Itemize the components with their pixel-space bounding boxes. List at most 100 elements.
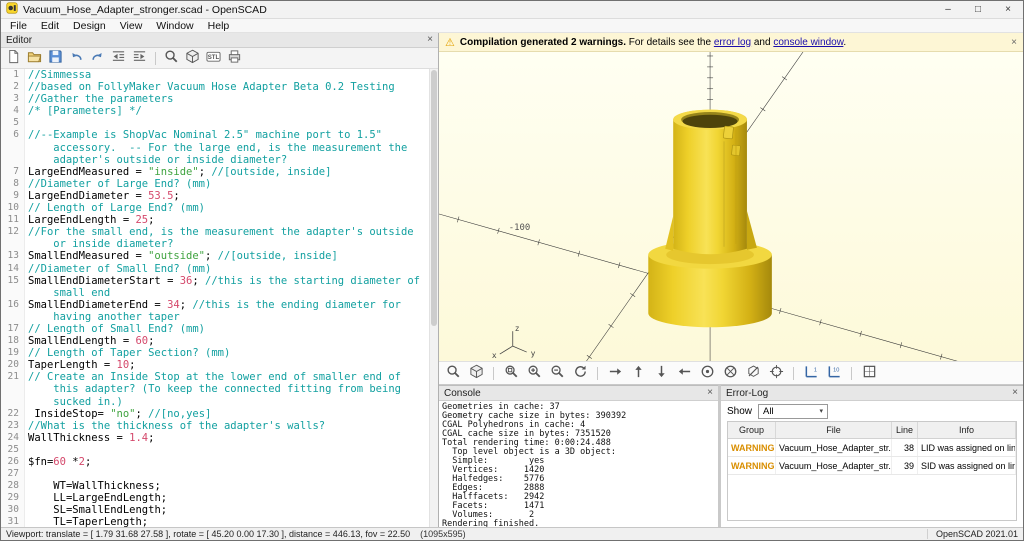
code-line[interactable]: 16 SmallEndDiameterEnd = 34; //this is th… — [1, 298, 427, 323]
code-text[interactable]: //Gather the parameters — [28, 93, 427, 105]
code-text[interactable]: TL=TaperLength; — [28, 516, 427, 527]
zoom-in-button[interactable] — [524, 363, 544, 383]
code-text[interactable]: //Diameter of Small End? (mm) — [28, 263, 427, 275]
code-text[interactable]: //Simmessa — [28, 69, 427, 81]
code-line[interactable]: 3//Gather the parameters — [1, 93, 427, 106]
menu-design[interactable]: Design — [66, 20, 113, 32]
code-line[interactable]: 13 SmallEndMeasured = "outside"; //[outsi… — [1, 250, 427, 263]
menu-view[interactable]: View — [113, 20, 150, 32]
code-text[interactable]: $fn=60 *2; — [28, 456, 427, 468]
viewport-canvas[interactable]: -100 z x y — [439, 52, 1023, 361]
code-line[interactable]: 26 $fn=60 *2; — [1, 456, 427, 469]
code-text[interactable]: LargeEndLength = 25; — [28, 214, 427, 226]
show-scale-markers-button[interactable]: 10 — [824, 363, 844, 383]
view-center-button[interactable] — [766, 363, 786, 383]
column-header-line[interactable]: Line — [892, 422, 918, 438]
zoom-all-button[interactable] — [501, 363, 521, 383]
orthogonal-view-button[interactable] — [859, 363, 879, 383]
code-line[interactable]: 31 TL=TaperLength; — [1, 516, 427, 527]
code-lines[interactable]: 1//Simmessa 2//based on FollyMaker Vacuum… — [1, 69, 429, 527]
code-text[interactable]: SL=SmallEndLength; — [28, 504, 427, 516]
show-axes-button[interactable]: 1 — [801, 363, 821, 383]
code-line[interactable]: 1//Simmessa — [1, 69, 427, 82]
code-text[interactable]: // Length of Taper Section? (mm) — [28, 347, 427, 359]
code-line[interactable]: 28 WT=WallThickness; — [1, 480, 427, 493]
code-line[interactable]: 5 — [1, 117, 427, 130]
indent-button[interactable] — [130, 49, 149, 67]
view-diagonal-button[interactable] — [743, 363, 763, 383]
code-text[interactable] — [28, 117, 427, 129]
code-text[interactable]: //Diameter of Large End? (mm) — [28, 178, 427, 190]
minimize-button[interactable]: – — [933, 1, 963, 18]
editor-close-icon[interactable]: × — [427, 35, 433, 45]
code-line[interactable]: 24 WallThickness = 1.4; — [1, 431, 427, 444]
code-line[interactable]: 15 SmallEndDiameterStart = 36; //this is … — [1, 274, 427, 299]
code-line[interactable]: 14//Diameter of Small End? (mm) — [1, 262, 427, 275]
banner-close-icon[interactable]: × — [1011, 37, 1017, 48]
menu-file[interactable]: File — [3, 20, 34, 32]
scrollbar-thumb[interactable] — [431, 70, 437, 327]
code-text[interactable]: WT=WallThickness; — [28, 480, 427, 492]
code-line[interactable]: 22 InsideStop= "no"; //[no,yes] — [1, 407, 427, 420]
console-close-icon[interactable]: × — [707, 388, 713, 398]
code-text[interactable]: InsideStop= "no"; //[no,yes] — [28, 408, 427, 420]
code-line[interactable]: 29 LL=LargeEndLength; — [1, 492, 427, 505]
new-file-button[interactable] — [4, 49, 23, 67]
code-line[interactable]: 19// Length of Taper Section? (mm) — [1, 347, 427, 360]
code-text[interactable]: // Length of Small End? (mm) — [28, 323, 427, 335]
error-log-link[interactable]: error log — [714, 37, 751, 48]
code-line[interactable]: 10// Length of Large End? (mm) — [1, 202, 427, 215]
editor-scrollbar[interactable] — [429, 69, 438, 527]
render-button[interactable] — [466, 363, 486, 383]
severity-filter-select[interactable]: All ▾ — [758, 403, 829, 419]
reset-view-button[interactable] — [570, 363, 590, 383]
view-front-button[interactable] — [697, 363, 717, 383]
view-left-button[interactable] — [674, 363, 694, 383]
code-text[interactable]: //What is the thickness of the adapter's… — [28, 420, 427, 432]
zoom-out-button[interactable] — [547, 363, 567, 383]
code-line[interactable]: 30 SL=SmallEndLength; — [1, 504, 427, 517]
code-text[interactable]: /* [Parameters] */ — [28, 105, 427, 117]
open-file-button[interactable] — [25, 49, 44, 67]
render-button[interactable] — [183, 49, 202, 67]
view-back-button[interactable] — [720, 363, 740, 383]
code-text[interactable] — [28, 468, 427, 480]
column-header-group[interactable]: Group — [728, 422, 776, 438]
code-line[interactable]: 20 TaperLength = 10; — [1, 359, 427, 372]
preview-button[interactable] — [162, 49, 181, 67]
code-text[interactable]: // Create an Inside Stop at the lower en… — [28, 371, 427, 407]
error-log-row[interactable]: WARNING Vacuum_Hose_Adapter_str... 38 LID w… — [728, 439, 1016, 457]
code-text[interactable]: LL=LargeEndLength; — [28, 492, 427, 504]
code-line[interactable]: 2//based on FollyMaker Vacuum Hose Adapt… — [1, 81, 427, 94]
code-text[interactable]: SmallEndDiameterStart = 36; //this is th… — [28, 275, 427, 299]
code-text[interactable]: SmallEndDiameterEnd = 34; //this is the … — [28, 299, 427, 323]
menu-help[interactable]: Help — [201, 20, 237, 32]
view-top-button[interactable] — [628, 363, 648, 383]
column-header-file[interactable]: File — [776, 422, 892, 438]
save-button[interactable] — [46, 49, 65, 67]
code-text[interactable]: TaperLength = 10; — [28, 359, 427, 371]
maximize-button[interactable]: □ — [963, 1, 993, 18]
code-line[interactable]: 9 LargeEndDiameter = 53.5; — [1, 189, 427, 203]
code-text[interactable]: LargeEndDiameter = 53.5; — [28, 190, 427, 202]
error-log-close-icon[interactable]: × — [1012, 388, 1018, 398]
code-line[interactable]: 8//Diameter of Large End? (mm) — [1, 177, 427, 190]
code-line[interactable]: 4/* [Parameters] */ — [1, 105, 427, 118]
code-line[interactable]: 7 LargeEndMeasured = "inside"; //[outside… — [1, 165, 427, 178]
code-line[interactable]: 17// Length of Small End? (mm) — [1, 322, 427, 336]
redo-button[interactable] — [88, 49, 107, 67]
code-text[interactable]: //--Example is ShopVac Nominal 2.5" mach… — [28, 129, 427, 165]
viewport-3d[interactable]: -100 z x y — [439, 52, 1023, 361]
error-log-row[interactable]: WARNING Vacuum_Hose_Adapter_str... 39 SID w… — [728, 457, 1016, 475]
code-line[interactable]: 11 LargeEndLength = 25; — [1, 214, 427, 227]
code-line[interactable]: 27 — [1, 468, 427, 481]
code-text[interactable]: LargeEndMeasured = "inside"; //[outside,… — [28, 166, 427, 178]
unindent-button[interactable] — [109, 49, 128, 67]
code-line[interactable]: 12//For the small end, is the measuremen… — [1, 226, 427, 251]
titlebar[interactable]: Vacuum_Hose_Adapter_stronger.scad - Open… — [1, 1, 1023, 19]
code-text[interactable]: WallThickness = 1.4; — [28, 432, 427, 444]
close-button[interactable]: × — [993, 1, 1023, 18]
code-text[interactable]: //based on FollyMaker Vacuum Hose Adapte… — [28, 81, 427, 93]
view-right-button[interactable] — [605, 363, 625, 383]
code-line[interactable]: 23//What is the thickness of the adapter… — [1, 419, 427, 432]
